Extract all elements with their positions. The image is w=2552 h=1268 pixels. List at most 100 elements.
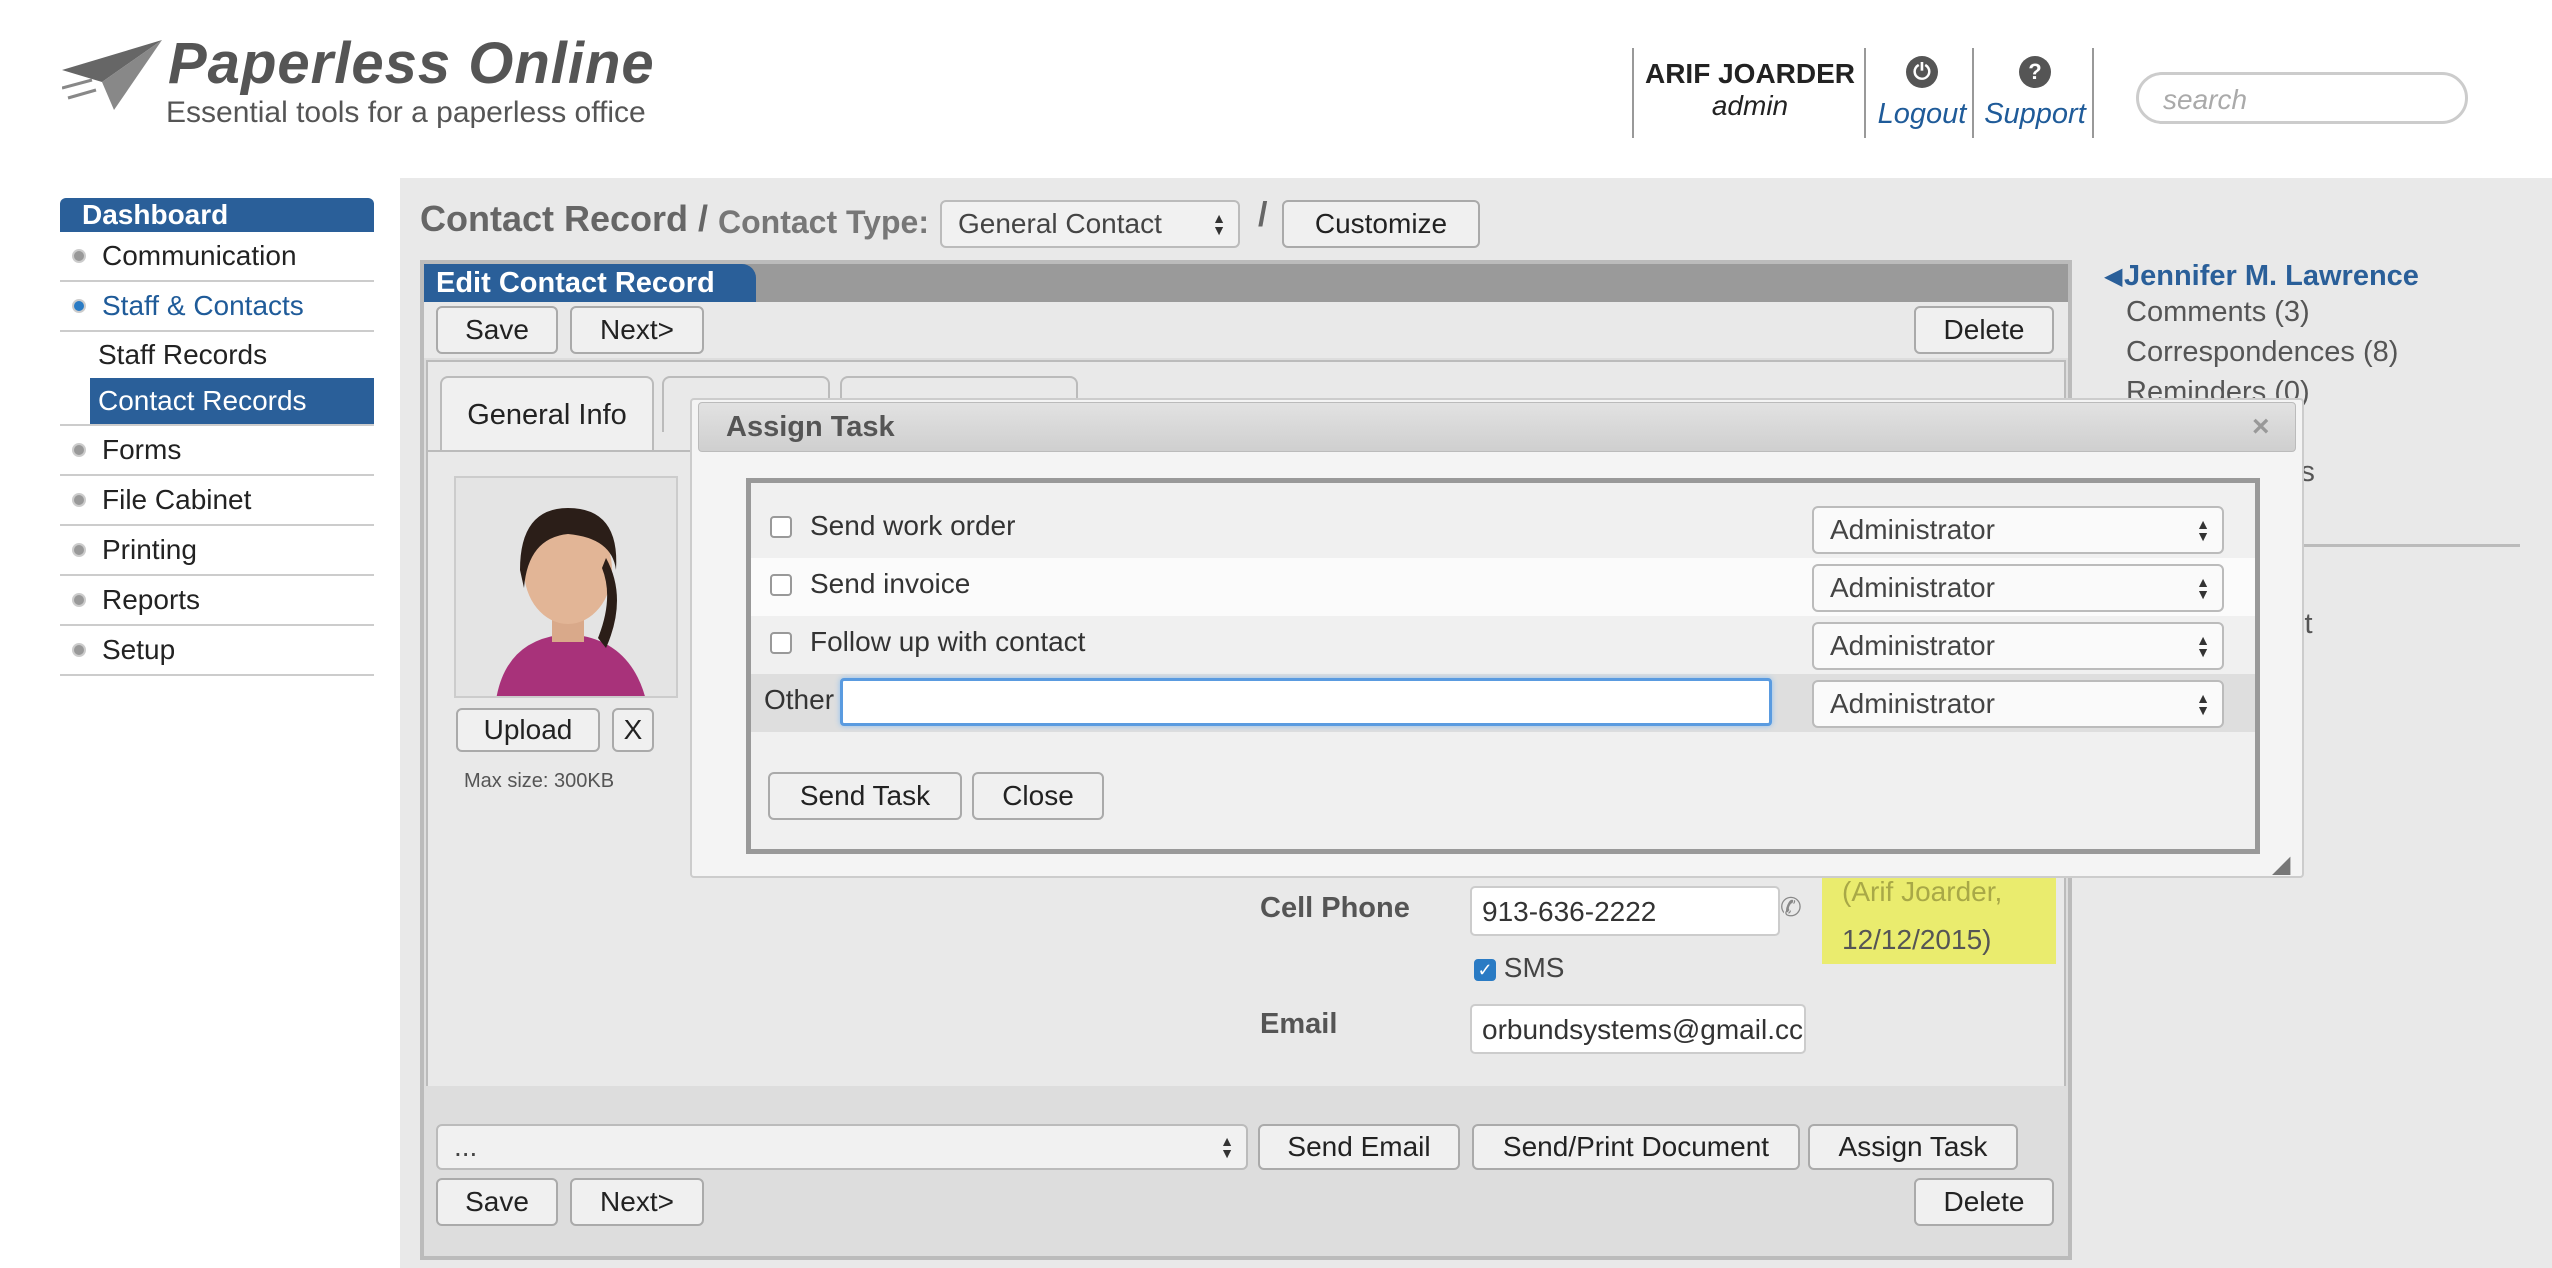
sidebar-subitem-contact-records[interactable]: Contact Records	[90, 378, 374, 424]
support-link[interactable]: ? Support	[1980, 56, 2090, 131]
note-line: 12/12/2015)	[1842, 924, 1992, 955]
select-arrows-icon: ▲ ▼	[2196, 516, 2210, 544]
assignee-value: Administrator	[1830, 572, 1995, 603]
resize-handle-icon[interactable]: ◢	[2272, 850, 2290, 879]
paper-plane-logo-icon	[61, 40, 162, 110]
assignee-value: Administrator	[1830, 688, 1995, 719]
delete-button[interactable]: Delete	[1914, 1178, 2054, 1226]
remove-photo-button[interactable]: X	[612, 708, 654, 752]
header-divider	[1864, 48, 1866, 138]
assign-task-button[interactable]: Assign Task	[1808, 1124, 2018, 1170]
sidebar-subitem-staff-records[interactable]: Staff Records	[60, 332, 374, 378]
next-button[interactable]: Next>	[570, 1178, 704, 1226]
sidebar-item-label: Reports	[102, 584, 201, 615]
max-size-note: Max size: 300KB	[464, 770, 615, 792]
contact-type-value: General Contact	[958, 208, 1162, 239]
edit-panel-heading: Edit Contact Record	[424, 264, 756, 302]
assignee-select[interactable]: Administrator ▲ ▼	[1812, 680, 2224, 728]
sidebar-heading[interactable]: Dashboard	[60, 198, 374, 232]
sidebar-item-label: Communication	[102, 240, 297, 271]
close-button[interactable]: Close	[972, 772, 1104, 820]
cell-phone-label: Cell Phone	[1260, 892, 1410, 924]
tab-general-info[interactable]: General Info	[440, 376, 654, 450]
task-label: Send invoice	[810, 568, 971, 599]
support-label: Support	[1984, 98, 2086, 130]
email-label: Email	[1260, 1008, 1338, 1040]
task-checkbox[interactable]	[770, 632, 792, 654]
sidebar-item-reports[interactable]: Reports	[60, 576, 374, 626]
sidebar-item-label: File Cabinet	[102, 484, 252, 515]
save-button[interactable]: Save	[436, 306, 558, 354]
collapse-arrow-icon[interactable]: ◀	[2104, 262, 2122, 291]
sidebar-item-label: Staff & Contacts	[102, 290, 304, 321]
sms-label: SMS	[1503, 952, 1565, 983]
task-label: Follow up with contact	[810, 626, 1086, 657]
dialog-header[interactable]	[698, 402, 2296, 452]
assignee-select[interactable]: Administrator ▲ ▼	[1812, 564, 2224, 612]
sidebar-item-communication[interactable]: Communication	[60, 232, 374, 282]
select-arrows-icon: ▲ ▼	[1212, 210, 1226, 238]
logout-link[interactable]: ⏻ Logout	[1874, 56, 1970, 131]
dialog-title: Assign Task	[726, 411, 895, 443]
other-label: Other	[764, 684, 835, 715]
contact-type-label: Contact Type:	[718, 204, 929, 240]
contact-name-link[interactable]: Jennifer M. Lawrence	[2124, 260, 2419, 293]
sms-checkbox[interactable]: ✓ SMS	[1474, 952, 1564, 984]
select-arrows-icon: ▲ ▼	[2196, 632, 2210, 660]
email-field[interactable]: orbundsystems@gmail.cc	[1470, 1004, 1806, 1054]
send-task-button[interactable]: Send Task	[768, 772, 962, 820]
sidebar-item-label: Forms	[102, 434, 182, 465]
phone-icon[interactable]: ✆	[1780, 892, 1802, 923]
action-select[interactable]: ... ▲ ▼	[436, 1124, 1248, 1170]
checkbox-box[interactable]	[770, 516, 792, 538]
bullet-icon	[72, 593, 86, 607]
logout-label: Logout	[1877, 98, 1967, 130]
comments-link[interactable]: Comments (3)	[2126, 296, 2310, 329]
search-box[interactable]	[2136, 72, 2468, 124]
correspondences-link[interactable]: Correspondences (8)	[2126, 336, 2398, 369]
bullet-icon	[72, 643, 86, 657]
header-divider	[1972, 48, 1974, 138]
close-icon[interactable]: ×	[2252, 410, 2270, 444]
task-checkbox[interactable]	[770, 574, 792, 596]
page-title: Contact Record /	[420, 198, 709, 239]
select-arrows-icon: ▲ ▼	[1220, 1133, 1234, 1161]
action-select-value: ...	[454, 1131, 478, 1162]
sidebar-item-printing[interactable]: Printing	[60, 526, 374, 576]
checkbox-box[interactable]	[770, 632, 792, 654]
assignee-select[interactable]: Administrator ▲ ▼	[1812, 622, 2224, 670]
sidebar-item-setup[interactable]: Setup	[60, 626, 374, 676]
sms-checkbox-box[interactable]: ✓	[1474, 958, 1496, 981]
send-print-document-button[interactable]: Send/Print Document	[1472, 1124, 1800, 1170]
assignee-value: Administrator	[1830, 630, 1995, 661]
cell-phone-field[interactable]: 913-636-2222	[1470, 886, 1780, 936]
title-slash: /	[1258, 196, 1268, 234]
bullet-icon	[72, 249, 86, 263]
upload-button[interactable]: Upload	[456, 708, 600, 752]
sidebar-item-forms[interactable]: Forms	[60, 424, 374, 476]
bullet-icon	[72, 299, 86, 313]
bullet-icon	[72, 543, 86, 557]
user-name: ARIF JOARDER	[1644, 58, 1855, 89]
checkbox-box[interactable]	[770, 574, 792, 596]
send-email-button[interactable]: Send Email	[1258, 1124, 1460, 1170]
sidebar: Dashboard Communication Staff & Contacts…	[60, 198, 374, 676]
bullet-icon	[72, 443, 86, 457]
user-role: admin	[1711, 90, 1789, 121]
contact-type-select[interactable]: General Contact ▲ ▼	[940, 200, 1240, 248]
customize-button[interactable]: Customize	[1282, 200, 1480, 248]
power-icon: ⏻	[1906, 56, 1938, 88]
save-button[interactable]: Save	[436, 1178, 558, 1226]
task-label: Send work order	[810, 510, 1016, 541]
assignee-select[interactable]: Administrator ▲ ▼	[1812, 506, 2224, 554]
task-checkbox[interactable]	[770, 516, 792, 538]
select-arrows-icon: ▲ ▼	[2196, 574, 2210, 602]
search-input[interactable]	[2161, 83, 2445, 117]
sidebar-item-file-cabinet[interactable]: File Cabinet	[60, 476, 374, 526]
sidebar-item-staff-contacts[interactable]: Staff & Contacts	[60, 282, 374, 332]
help-icon: ?	[2019, 56, 2051, 88]
next-button[interactable]: Next>	[570, 306, 704, 354]
other-task-input[interactable]	[840, 678, 1772, 726]
delete-button[interactable]: Delete	[1914, 306, 2054, 354]
assignee-value: Administrator	[1830, 514, 1995, 545]
